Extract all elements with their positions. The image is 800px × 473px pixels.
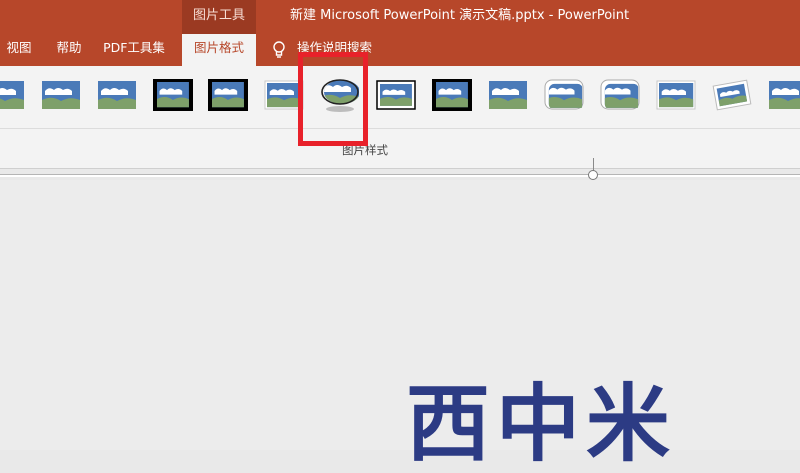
picture-styles-group-label: 图片样式 — [342, 143, 388, 157]
picture-style-thumbnail-icon — [769, 81, 800, 109]
picture-style-rounded-shadow[interactable] — [599, 78, 641, 112]
picture-style-thumbnail-icon — [0, 81, 24, 109]
picture-style-thumbnail-icon — [489, 81, 527, 109]
tell-me-search[interactable]: 操作说明搜索 — [297, 34, 372, 62]
picture-style-thumbnail-icon — [153, 79, 193, 111]
picture-style-black-matte[interactable] — [207, 78, 249, 112]
picture-style-thumbnail-icon — [712, 79, 752, 111]
picture-style-shadow[interactable] — [263, 78, 305, 112]
selection-top-edge — [0, 174, 800, 177]
picture-style-plain[interactable] — [0, 78, 26, 112]
picture-style-thumbnail-icon — [656, 80, 696, 110]
picture-style-rounded-rect[interactable] — [543, 78, 585, 112]
picture-style-thumbnail-icon — [208, 79, 248, 111]
picture-style-thick-matte-black[interactable] — [431, 78, 473, 112]
picture-style-rotated-white[interactable] — [711, 78, 753, 112]
tab-view[interactable]: 视图 — [0, 34, 38, 66]
picture-style-thumbnail-icon — [544, 79, 584, 110]
lightbulb-icon[interactable] — [270, 40, 288, 60]
picture-style-soft-edge-rect[interactable] — [487, 78, 529, 112]
rotation-handle[interactable] — [588, 170, 598, 180]
picture-style-thick-black-frame[interactable] — [152, 78, 194, 112]
slide-canvas[interactable] — [0, 180, 800, 450]
ribbon-tabs: 视图 帮助 PDF工具集 图片格式 — [0, 34, 800, 66]
window-title: 新建 Microsoft PowerPoint 演示文稿.pptx - Powe… — [290, 8, 630, 23]
ribbon-panel: 图片样式 — [0, 66, 800, 168]
picture-style-thumbnail-icon — [600, 79, 640, 110]
context-tab-group-label: 图片工具 — [192, 8, 245, 23]
picture-style-perspective[interactable] — [767, 78, 800, 112]
picture-style-thumbnail-icon — [432, 79, 472, 111]
picture-style-thumbnail-icon — [321, 79, 359, 112]
picture-style-thumbnail-icon — [98, 81, 136, 109]
picture-style-thumbnail-icon — [376, 80, 416, 110]
ribbon-bottom-border — [0, 168, 800, 169]
tab-pdf-tools[interactable]: PDF工具集 — [100, 34, 168, 66]
picture-style-soft-reflect[interactable] — [40, 78, 82, 112]
picture-style-simple-frame-white[interactable] — [655, 78, 697, 112]
tab-picture-format[interactable]: 图片格式 — [182, 34, 256, 66]
picture-style-soft-edge[interactable] — [96, 78, 138, 112]
picture-style-oval-reflected[interactable] — [319, 78, 361, 112]
picture-styles-gallery — [0, 66, 800, 128]
tab-help[interactable]: 帮助 — [50, 34, 88, 66]
picture-style-thumbnail-icon — [42, 81, 80, 109]
slide-title-text[interactable]: 西中米 — [406, 382, 676, 466]
picture-style-double-frame[interactable] — [375, 78, 417, 112]
ribbon-divider — [0, 128, 800, 129]
picture-style-thumbnail-icon — [264, 80, 304, 110]
